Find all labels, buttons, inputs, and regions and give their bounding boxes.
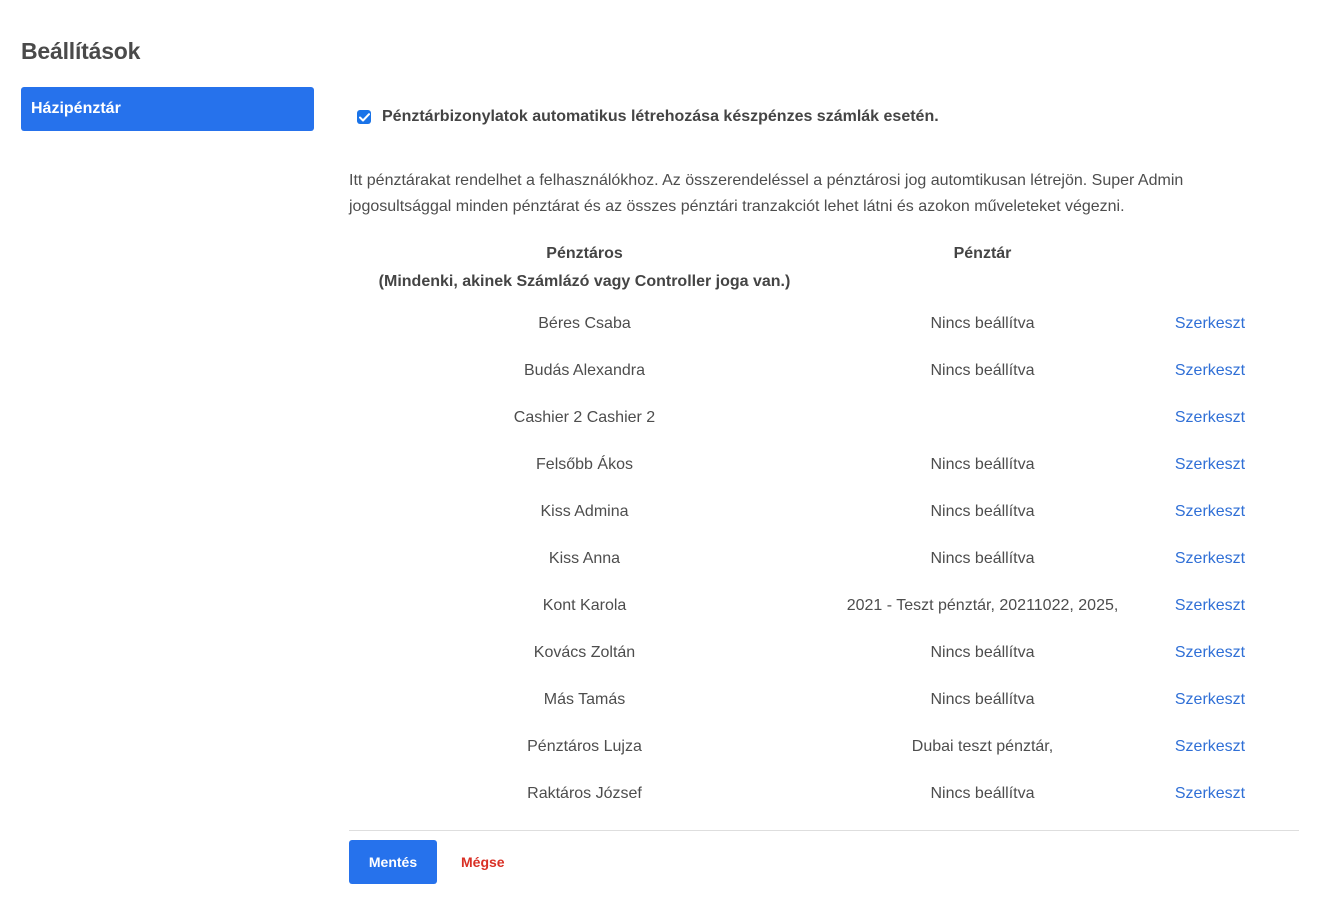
table-row: Kiss Anna Nincs beállítva Szerkeszt — [349, 535, 1299, 582]
checkmark-icon — [358, 112, 370, 121]
table-row: Cashier 2 Cashier 2 Szerkeszt — [349, 394, 1299, 441]
sidebar-item-hazipenztar[interactable]: Házipénztár — [21, 87, 314, 131]
edit-cell: Szerkeszt — [1145, 300, 1275, 347]
edit-cell: Szerkeszt — [1145, 347, 1275, 394]
edit-link[interactable]: Szerkeszt — [1175, 550, 1245, 567]
edit-link[interactable]: Szerkeszt — [1175, 362, 1245, 379]
edit-link[interactable]: Szerkeszt — [1175, 409, 1245, 426]
edit-cell: Szerkeszt — [1145, 394, 1275, 441]
auto-receipts-checkbox[interactable] — [357, 110, 371, 124]
edit-cell: Szerkeszt — [1145, 535, 1275, 582]
cashier-name: Raktáros József — [527, 785, 642, 802]
sidebar: Házipénztár — [21, 87, 314, 131]
cashier-name: Kiss Anna — [548, 550, 621, 567]
edit-link[interactable]: Szerkeszt — [1175, 315, 1245, 332]
page-title: Beállítások — [21, 38, 141, 64]
cashier-name: Budás Alexandra — [524, 362, 645, 379]
cashier-name: Kiss Admina — [540, 503, 629, 520]
register-value: Nincs beállítva — [930, 362, 1035, 379]
table-row: Más Tamás Nincs beállítva Szerkeszt — [349, 676, 1299, 723]
header-cashier-title: Pénztáros — [546, 245, 623, 262]
register-value: Dubai teszt pénztár, — [911, 738, 1054, 755]
edit-link[interactable]: Szerkeszt — [1175, 738, 1245, 755]
edit-cell: Szerkeszt — [1145, 582, 1275, 629]
edit-cell: Szerkeszt — [1145, 629, 1275, 676]
cashier-name: Kont Karola — [542, 597, 627, 614]
table-row: Kovács Zoltán Nincs beállítva Szerkeszt — [349, 629, 1299, 676]
edit-link[interactable]: Szerkeszt — [1175, 785, 1245, 802]
register-value — [820, 394, 1145, 441]
edit-cell: Szerkeszt — [1145, 488, 1275, 535]
header-register: Pénztár — [953, 245, 1012, 262]
table-row: Felsőbb Ákos Nincs beállítva Szerkeszt — [349, 441, 1299, 488]
cashier-name: Béres Csaba — [538, 315, 631, 332]
table-row: Raktáros József Nincs beállítva Szerkeszt — [349, 770, 1299, 817]
edit-link[interactable]: Szerkeszt — [1175, 597, 1245, 614]
table-body: Béres Csaba Nincs beállítva Szerkeszt Budás… — [349, 300, 1299, 817]
description-text: Itt pénztárakat rendelhet a felhasználók… — [349, 172, 1184, 215]
footer-divider — [349, 830, 1299, 831]
table-row: Pénztáros Lujza Dubai teszt pénztár, Szerk… — [349, 723, 1299, 770]
auto-receipts-row: Pénztárbizonylatok automatikus létrehozá… — [357, 108, 939, 126]
save-button[interactable]: Mentés — [349, 840, 437, 884]
register-value: Nincs beállítva — [930, 503, 1035, 520]
edit-link[interactable]: Szerkeszt — [1175, 644, 1245, 661]
table-row: Budás Alexandra Nincs beállítva Szerkeszt — [349, 347, 1299, 394]
cashier-name: Más Tamás — [543, 691, 626, 708]
auto-receipts-label[interactable]: Pénztárbizonylatok automatikus létrehozá… — [382, 108, 939, 126]
header-cashier-note: (Mindenki, akinek Számlázó vagy Controll… — [378, 273, 791, 290]
table-row: Kont Karola 2021 - Teszt pénztár, 2021102… — [349, 582, 1299, 629]
register-value: Nincs beállítva — [930, 456, 1035, 473]
edit-link[interactable]: Szerkeszt — [1175, 456, 1245, 473]
table-row: Kiss Admina Nincs beállítva Szerkeszt — [349, 488, 1299, 535]
edit-link[interactable]: Szerkeszt — [1175, 691, 1245, 708]
cancel-button[interactable]: Mégse — [449, 840, 517, 884]
cashier-name: Kovács Zoltán — [533, 644, 636, 661]
edit-cell: Szerkeszt — [1145, 676, 1275, 723]
edit-link[interactable]: Szerkeszt — [1175, 503, 1245, 520]
register-value: Nincs beállítva — [930, 644, 1035, 661]
edit-cell: Szerkeszt — [1145, 441, 1275, 488]
cashier-name: Felsőbb Ákos — [536, 456, 633, 473]
register-value: Nincs beállítva — [930, 315, 1035, 332]
register-value: Nincs beállítva — [930, 691, 1035, 708]
register-value: Nincs beállítva — [930, 550, 1035, 567]
edit-cell: Szerkeszt — [1145, 770, 1275, 817]
table-header: Pénztáros (Mindenki, akinek Számlázó vag… — [349, 240, 1299, 300]
register-value: Nincs beállítva — [930, 785, 1035, 802]
edit-cell: Szerkeszt — [1145, 723, 1275, 770]
register-value: 2021 - Teszt pénztár, 20211022, 2025, — [846, 597, 1119, 614]
cashier-table: Pénztáros (Mindenki, akinek Számlázó vag… — [349, 240, 1299, 817]
cashier-name: Pénztáros Lujza — [527, 738, 642, 755]
cashier-name: Cashier 2 Cashier 2 — [513, 409, 656, 426]
table-row: Béres Csaba Nincs beállítva Szerkeszt — [349, 300, 1299, 347]
header-cashier: Pénztáros (Mindenki, akinek Számlázó vag… — [349, 240, 820, 296]
